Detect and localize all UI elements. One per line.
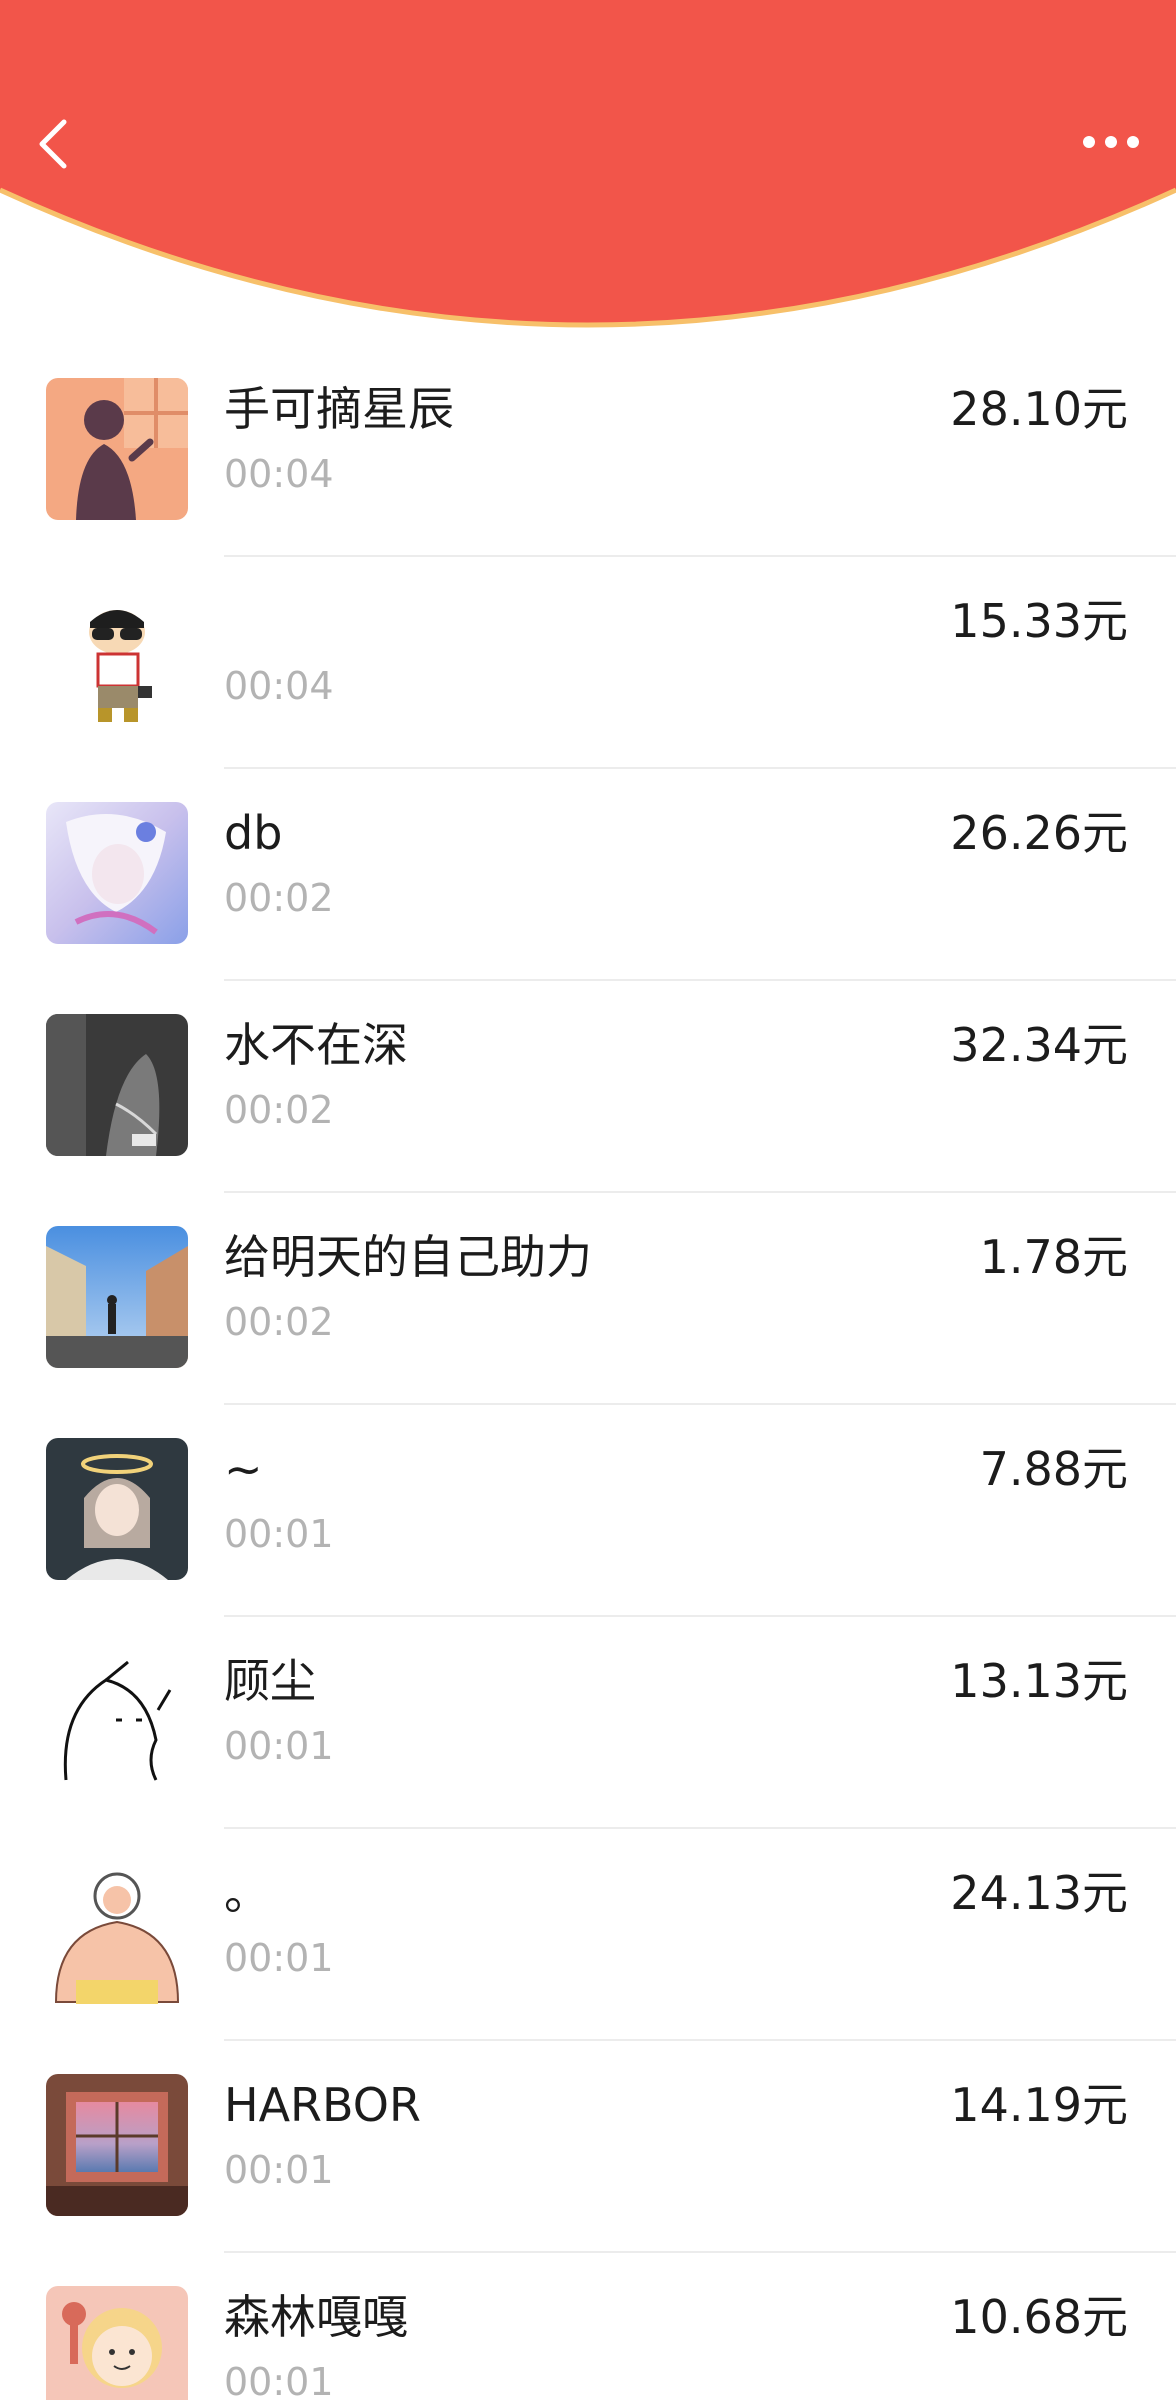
header-background	[0, 0, 1176, 328]
more-button[interactable]	[1066, 110, 1156, 174]
avatar[interactable]	[46, 1226, 188, 1368]
item-amount: 10.68元	[950, 2290, 1128, 2344]
chevron-left-icon	[39, 119, 67, 169]
more-horizontal-icon	[1083, 136, 1139, 148]
header	[0, 0, 1176, 360]
list-item[interactable]: HARBOR 00:01 14.19元	[0, 2041, 1176, 2253]
item-name: 。	[224, 1866, 270, 1920]
item-time: 00:04	[224, 664, 334, 708]
avatar[interactable]	[46, 590, 188, 732]
item-time: 00:02	[224, 876, 334, 920]
item-amount: 15.33元	[950, 594, 1128, 648]
avatar[interactable]	[46, 1862, 188, 2004]
avatar[interactable]	[46, 1014, 188, 1156]
list-item[interactable]: 给明天的自己助力 00:02 1.78元	[0, 1193, 1176, 1405]
item-amount: 24.13元	[950, 1866, 1128, 1920]
item-time: 00:01	[224, 1936, 334, 1980]
item-time: 00:04	[224, 452, 334, 496]
item-time: 00:01	[224, 1724, 334, 1768]
list-item[interactable]: 水不在深 00:02 32.34元	[0, 981, 1176, 1193]
item-name: 顾尘	[224, 1654, 316, 1708]
list-item[interactable]: 。 00:01 24.13元	[0, 1829, 1176, 2041]
item-time: 00:02	[224, 1088, 334, 1132]
item-time: 00:02	[224, 1300, 334, 1344]
item-name: ~	[224, 1442, 263, 1496]
item-amount: 13.13元	[950, 1654, 1128, 1708]
item-amount: 28.10元	[950, 382, 1128, 436]
item-name: 森林嘎嘎	[224, 2290, 408, 2344]
item-name: 给明天的自己助力	[224, 1230, 592, 1284]
avatar[interactable]	[46, 2286, 188, 2400]
page: 手可摘星辰 00:04 28.10元 00:04 15.33元 db 00:02…	[0, 0, 1176, 2400]
item-amount: 7.88元	[979, 1442, 1128, 1496]
item-amount: 1.78元	[979, 1230, 1128, 1284]
item-amount: 32.34元	[950, 1018, 1128, 1072]
item-time: 00:01	[224, 2360, 334, 2400]
item-time: 00:01	[224, 2148, 334, 2192]
item-name: HARBOR	[224, 2078, 421, 2132]
back-button[interactable]	[24, 104, 84, 184]
list-item[interactable]: ~ 00:01 7.88元	[0, 1405, 1176, 1617]
list-item[interactable]: 森林嘎嘎 00:01 10.68元	[0, 2253, 1176, 2400]
avatar[interactable]	[46, 802, 188, 944]
item-name: 手可摘星辰	[224, 382, 454, 436]
list-item[interactable]: 手可摘星辰 00:04 28.10元	[0, 345, 1176, 557]
avatar[interactable]	[46, 1650, 188, 1792]
item-amount: 26.26元	[950, 806, 1128, 860]
record-list: 手可摘星辰 00:04 28.10元 00:04 15.33元 db 00:02…	[0, 345, 1176, 2400]
avatar[interactable]	[46, 1438, 188, 1580]
list-item[interactable]: 顾尘 00:01 13.13元	[0, 1617, 1176, 1829]
item-name: db	[224, 806, 283, 860]
avatar[interactable]	[46, 378, 188, 520]
list-item[interactable]: 00:04 15.33元	[0, 557, 1176, 769]
item-time: 00:01	[224, 1512, 334, 1556]
item-amount: 14.19元	[950, 2078, 1128, 2132]
item-name: 水不在深	[224, 1018, 408, 1072]
list-item[interactable]: db 00:02 26.26元	[0, 769, 1176, 981]
avatar[interactable]	[46, 2074, 188, 2216]
